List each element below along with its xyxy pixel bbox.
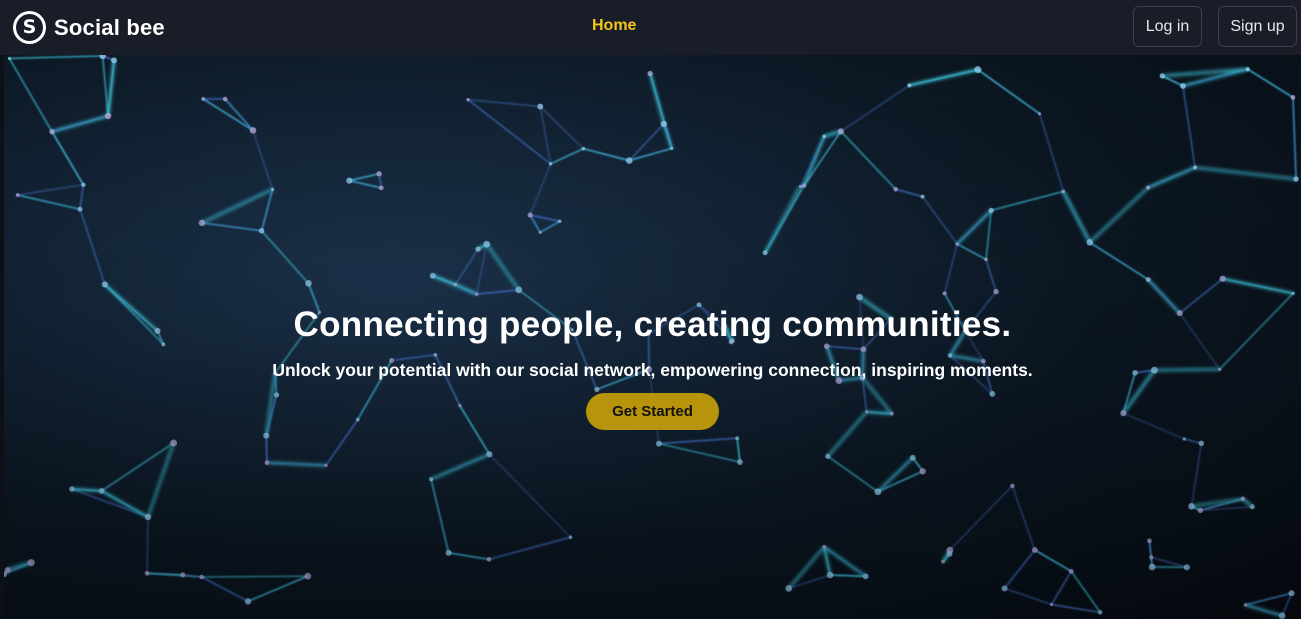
hero-subtitle: Unlock your potential with our social ne… — [272, 360, 1033, 380]
brand-name: Social bee — [54, 14, 165, 40]
hero-section: Connecting people, creating communities.… — [4, 55, 1301, 619]
brand-logo-letter: S — [16, 14, 43, 41]
signup-button[interactable]: Sign up — [1218, 6, 1297, 47]
hero-title: Connecting people, creating communities. — [293, 305, 1012, 344]
hero-content: Connecting people, creating communities.… — [4, 303, 1301, 430]
landing-page: S Social bee Home Log in Sign up Connect… — [0, 0, 1301, 619]
get-started-button[interactable]: Get Started — [586, 393, 719, 430]
nav-link-home[interactable]: Home — [592, 17, 636, 35]
brand-logo-icon: S — [13, 11, 46, 44]
brand-link[interactable]: S Social bee — [13, 11, 165, 44]
login-button[interactable]: Log in — [1133, 6, 1202, 47]
top-navbar: S Social bee Home Log in Sign up — [0, 0, 1301, 55]
